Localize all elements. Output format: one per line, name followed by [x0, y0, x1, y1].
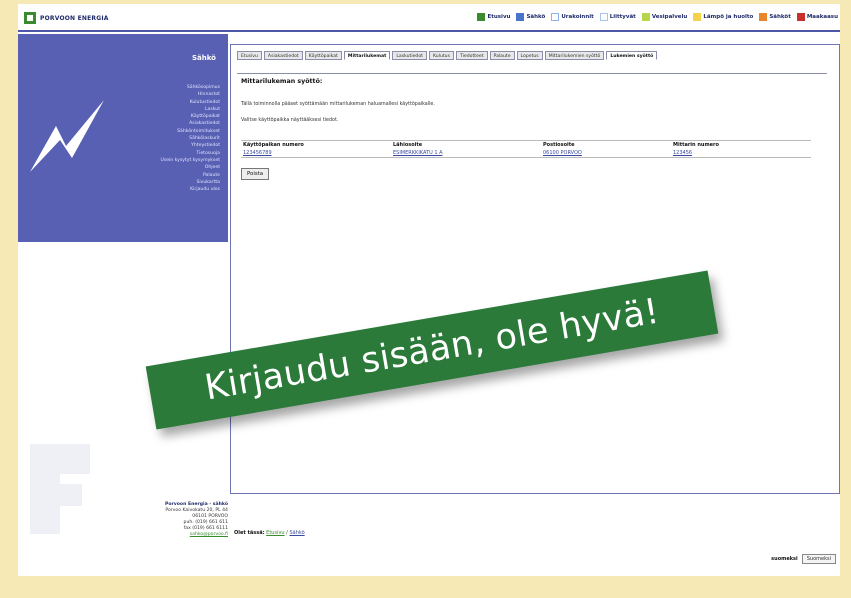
breadcrumb-label: Olet tässä: — [234, 530, 265, 536]
tab-lukemien-syotto[interactable]: Lukemien syöttö — [606, 51, 658, 60]
sidebar-item[interactable]: Sähköntoimitukset — [160, 128, 220, 135]
nav-item-etusivu[interactable]: Etusivu — [477, 13, 510, 21]
sidebar: Sähkö Sähkösopimus Hinnastot Kulutustied… — [18, 34, 228, 242]
square-yellow-icon — [693, 13, 702, 21]
breadcrumb-link-home[interactable]: Etusivu — [266, 530, 284, 536]
main-panel: Etusivu Asiakastiedot Käyttöpaikat Mitta… — [230, 44, 840, 494]
sidebar-item[interactable]: Yhteystiedot — [160, 142, 220, 149]
table-header-row: Käyttöpaikan numero Lähiosoite Postiosoi… — [241, 141, 811, 149]
tab-laskutiedot[interactable]: Laskutiedot — [392, 51, 427, 60]
language-picker: suomeksi Suomeksi — [771, 554, 836, 564]
sidebar-item[interactable]: Asiakastiedot — [160, 120, 220, 127]
sidebar-item[interactable]: Usein kysytyt kysymykset — [160, 157, 220, 164]
info-text: Tällä toiminnolla pääset syöttämään mitt… — [241, 102, 435, 107]
square-blue-icon — [516, 13, 525, 21]
square-lime-icon — [641, 13, 650, 21]
breadcrumb: Olet tässä: Etusivu / Sähkö — [234, 530, 305, 536]
sidebar-item[interactable]: Sähkösopimus — [160, 84, 220, 91]
tab-etusivu[interactable]: Etusivu — [237, 51, 262, 60]
tab-mittarilukemat[interactable]: Mittarilukemat — [343, 51, 391, 60]
sidebar-item[interactable]: Kulutustiedot — [160, 99, 220, 106]
table-row[interactable]: 123456789 ESIMERKKIKATU 1 A 06100 PORVOO… — [241, 149, 811, 157]
nav-item-sahkot[interactable]: Sähköt — [759, 13, 791, 21]
contact-info: Porvoon Energia - sähkö Porvoo Kaivokatu… — [78, 502, 228, 538]
square-green-icon — [477, 13, 486, 21]
lightning-bolt-icon — [30, 100, 104, 172]
top-bar: PORVOON ENERGIA Etusivu Sähkö Urakoinnit… — [18, 4, 840, 32]
tab-lopetus[interactable]: Lopetus — [516, 51, 543, 60]
app-screen: PORVOON ENERGIA Etusivu Sähkö Urakoinnit… — [18, 4, 840, 576]
sidebar-item[interactable]: Kirjaudu ulos — [160, 186, 220, 193]
language-select[interactable]: Suomeksi — [801, 554, 836, 564]
square-lightblue-icon — [599, 13, 608, 21]
square-red-icon — [796, 13, 805, 21]
nav-item-sahko[interactable]: Sähkö — [516, 13, 545, 21]
sidebar-item[interactable]: Käyttöpaikat — [160, 113, 220, 120]
sidebar-item[interactable]: Ohjeet — [160, 164, 220, 171]
column-header: Lähiosoite — [393, 142, 423, 148]
content-area: Mittarilukeman syöttö: Tällä toiminnolla… — [237, 73, 827, 485]
tab-mittarilukemien-syotto[interactable]: Mittarilukemien syöttö — [544, 51, 605, 60]
table-cell-link[interactable]: 06100 PORVOO — [543, 150, 673, 156]
sidebar-item[interactable]: Palaute — [160, 172, 220, 179]
top-nav: Etusivu Sähkö Urakoinnit Liittyvät Vesip… — [477, 13, 838, 21]
table-cell-link[interactable]: ESIMERKKIKATU 1 A — [393, 150, 543, 156]
tab-palaute[interactable]: Palaute — [489, 51, 515, 60]
brand-logo[interactable]: PORVOON ENERGIA — [24, 12, 109, 24]
tab-bar: Etusivu Asiakastiedot Käyttöpaikat Mitta… — [237, 51, 707, 60]
nav-item-vesipalvelu[interactable]: Vesipalvelu — [641, 13, 687, 21]
nav-item-lampo[interactable]: Lämpö ja huolto — [693, 13, 753, 21]
sidebar-item[interactable]: Laskut — [160, 106, 220, 113]
tab-asiakastiedot[interactable]: Asiakastiedot — [263, 51, 303, 60]
nav-item-liittyvat[interactable]: Liittyvät — [599, 13, 636, 21]
square-lightblue-icon — [551, 13, 560, 21]
table-cell-link[interactable]: 123456 — [673, 150, 813, 156]
brand-logo-icon — [24, 12, 36, 24]
sidebar-item[interactable]: Sivukartta — [160, 179, 220, 186]
delete-button[interactable]: Poista — [241, 168, 270, 180]
tab-tiedotteet[interactable]: Tiedotteet — [455, 51, 488, 60]
tab-kayttopaikat[interactable]: Käyttöpaikat — [304, 51, 342, 60]
tab-kulutus[interactable]: Kulutus — [428, 51, 454, 60]
sidebar-item[interactable]: Hinnastot — [160, 91, 220, 98]
column-header: Käyttöpaikan numero — [243, 142, 304, 148]
breadcrumb-link-current[interactable]: Sähkö — [289, 530, 304, 536]
page-title: Mittarilukeman syöttö: — [241, 78, 323, 85]
column-header: Postiosoite — [543, 142, 575, 148]
nav-item-urakoinnit[interactable]: Urakoinnit — [551, 13, 594, 21]
locations-table: Käyttöpaikan numero Lähiosoite Postiosoi… — [241, 140, 811, 158]
column-header: Mittarin numero — [673, 142, 719, 148]
info-text-2: Valitse käyttöpaikka näyttääksesi tiedot… — [241, 118, 339, 123]
square-orange-icon — [759, 13, 768, 21]
table-cell-link[interactable]: 123456789 — [243, 150, 393, 156]
sidebar-menu: Sähkösopimus Hinnastot Kulutustiedot Las… — [160, 84, 220, 193]
sidebar-item[interactable]: Sähkölaskurit — [160, 135, 220, 142]
sidebar-item[interactable]: Tietosuoja — [160, 150, 220, 157]
contact-email-link[interactable]: sahko@porvoo.fi — [78, 532, 228, 538]
brand-name: PORVOON ENERGIA — [40, 14, 109, 22]
nav-item-maakaasu[interactable]: Maakaasu — [796, 13, 838, 21]
sidebar-title: Sähkö — [191, 54, 216, 62]
language-label: suomeksi — [771, 556, 798, 562]
